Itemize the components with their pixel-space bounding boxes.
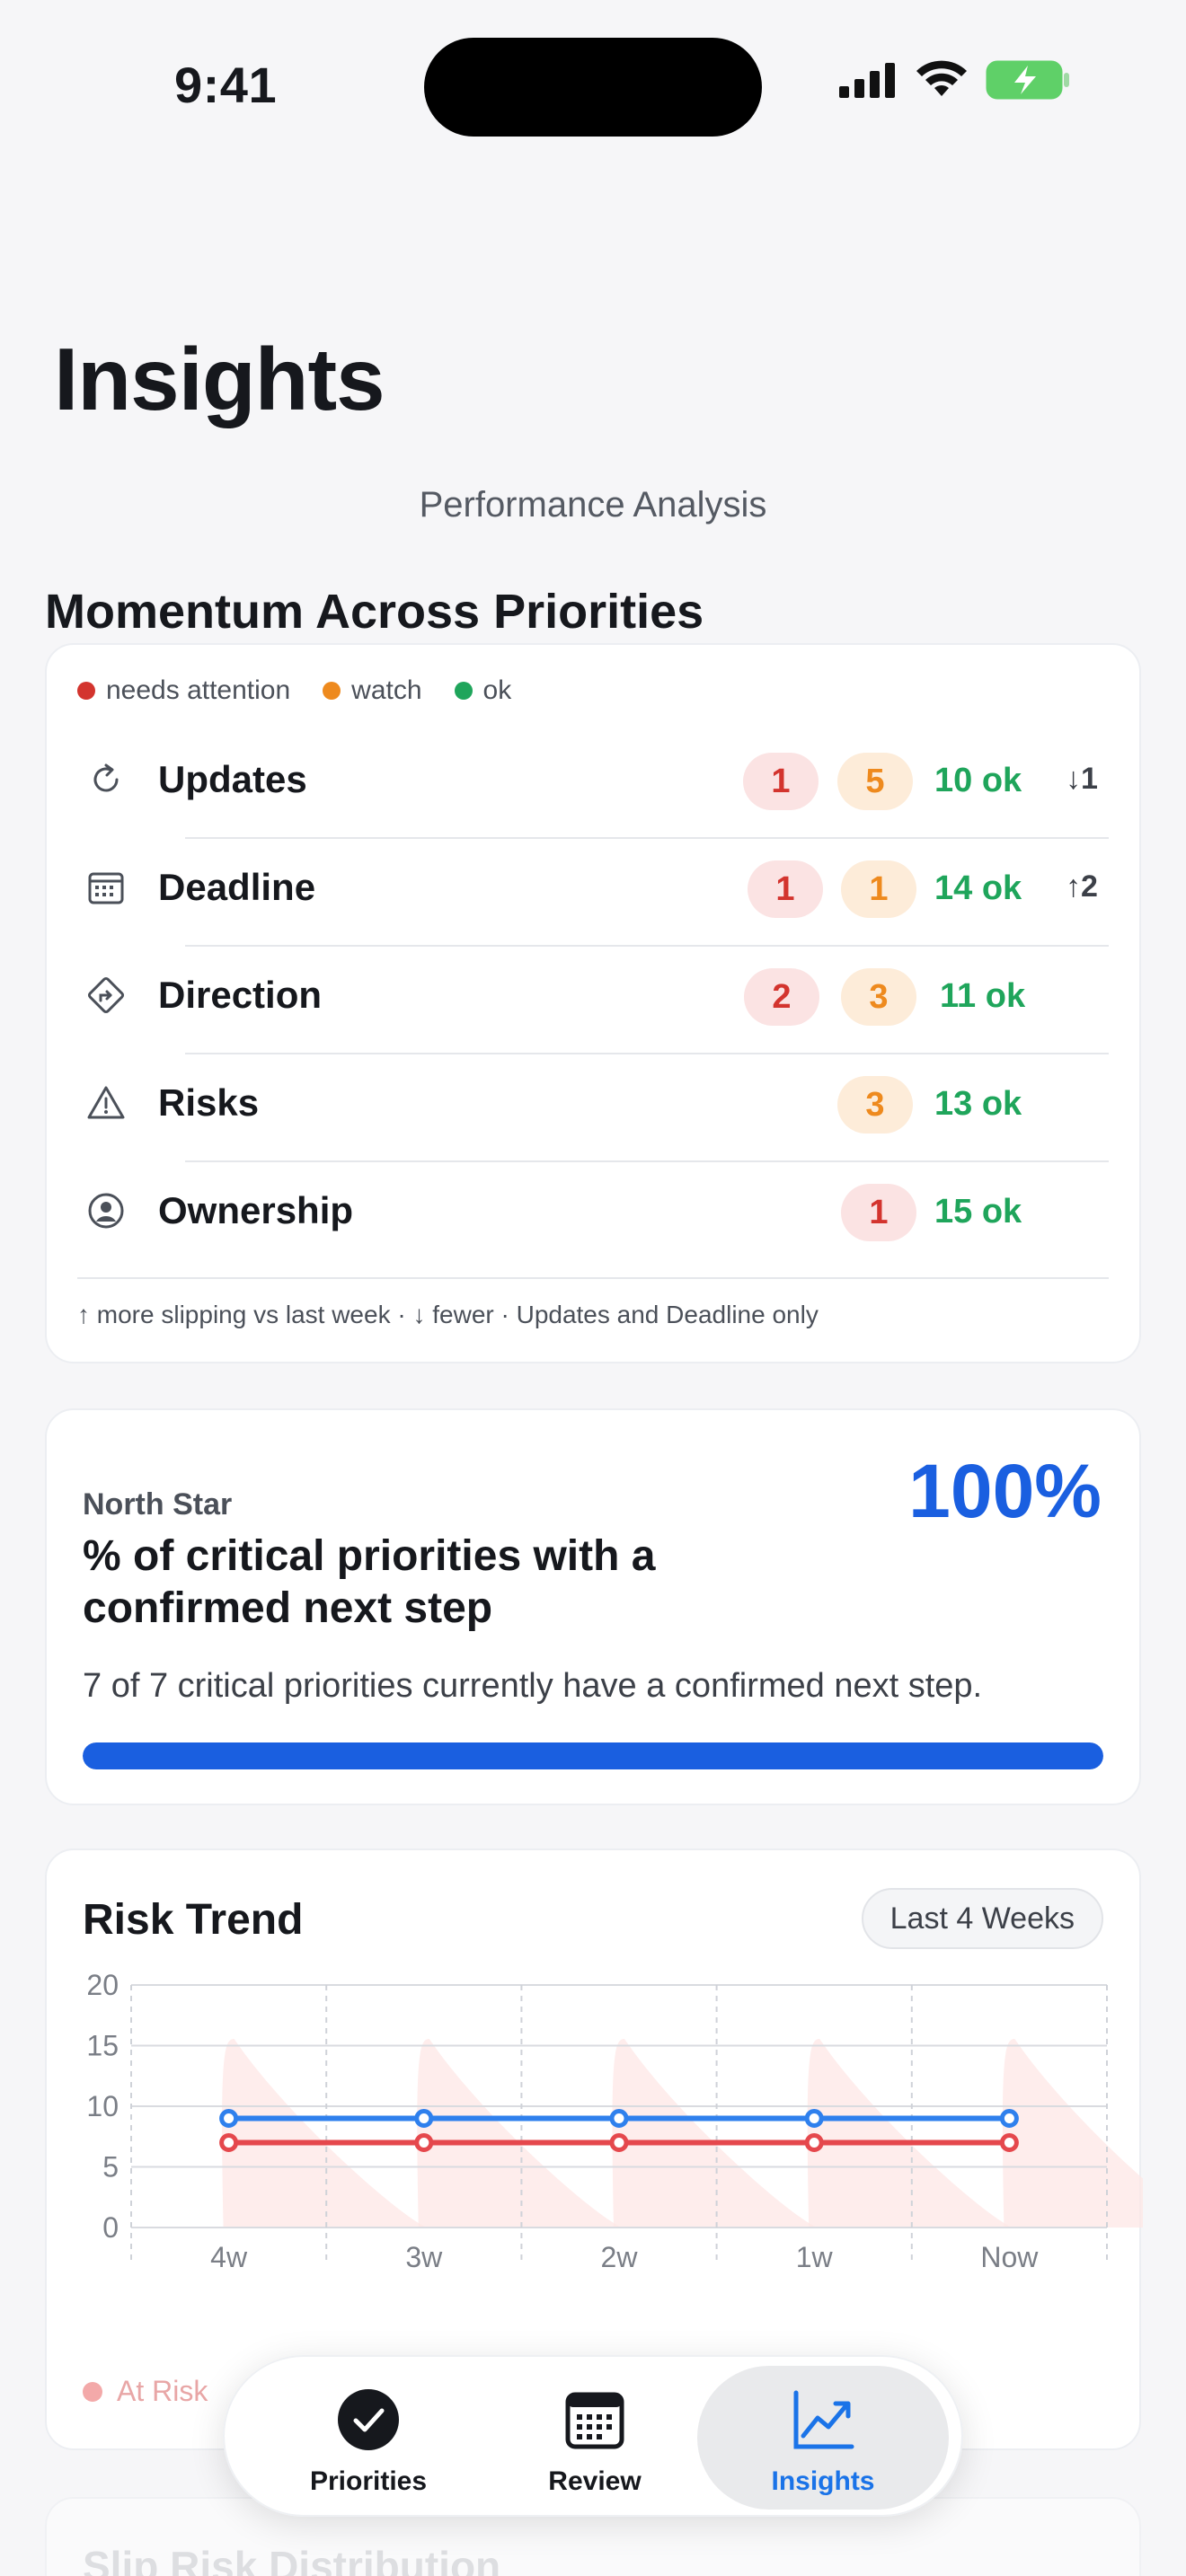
ok-count: 13 ok <box>934 1085 1022 1123</box>
legend-watch: watch <box>323 675 422 706</box>
momentum-card: needs attention watch ok Updates 1 5 10 … <box>45 643 1141 1363</box>
y-tick-label: 10 <box>86 2090 119 2122</box>
momentum-section-title: Momentum Across Priorities <box>45 585 704 639</box>
series-point <box>999 2133 1019 2152</box>
risk-legend: At Risk <box>83 2375 208 2408</box>
ok-count: 15 ok <box>934 1193 1022 1231</box>
risk-legend-label: At Risk <box>117 2375 208 2407</box>
risk-band <box>612 2039 817 2228</box>
north-star-percent: 100% <box>908 1449 1102 1533</box>
north-star-card: North Star % of critical priorities with… <box>45 1408 1141 1805</box>
row-name: Ownership <box>158 1189 354 1231</box>
wifi-icon <box>916 60 967 96</box>
needs-attention-count: 1 <box>743 753 819 810</box>
y-tick-label: 0 <box>102 2211 119 2244</box>
ok-count: 14 ok <box>934 869 1022 907</box>
calendar-icon <box>88 872 124 904</box>
trend-indicator: ↓1 <box>1066 762 1098 796</box>
north-star-description: 7 of 7 critical priorities currently hav… <box>83 1667 983 1705</box>
series-point <box>609 2133 629 2152</box>
y-tick-label: 5 <box>102 2151 119 2183</box>
momentum-row-ownership[interactable]: Ownership 1 15 ok <box>47 1157 1143 1265</box>
tab-label: Priorities <box>309 2466 428 2496</box>
series-point <box>414 2133 434 2152</box>
north-star-progress-bar <box>83 1742 1103 1769</box>
y-tick-label: 15 <box>86 2030 119 2062</box>
series-point <box>219 2109 239 2128</box>
chart-icon <box>793 2390 854 2449</box>
tab-insights[interactable]: Insights <box>697 2366 949 2510</box>
battery-charging-icon <box>986 60 1069 100</box>
check-circle-icon <box>338 2389 399 2450</box>
momentum-row-deadline[interactable]: Deadline 1 1 14 ok ↑2 <box>47 834 1143 941</box>
status-icons <box>837 59 1071 101</box>
risk-trend-title: Risk Trend <box>83 1896 304 1944</box>
page-title: Insights <box>54 330 385 428</box>
refresh-icon <box>93 763 119 792</box>
status-time: 9:41 <box>174 57 278 113</box>
momentum-row-direction[interactable]: Direction 2 3 11 ok <box>47 941 1143 1049</box>
tab-bar: Priorities Review Insights <box>223 2355 963 2517</box>
momentum-legend: needs attention watch ok <box>77 675 511 706</box>
footnote-divider <box>77 1277 1109 1279</box>
watch-count: 5 <box>837 753 913 810</box>
cellular-signal-icon <box>839 63 895 98</box>
series-point <box>804 2133 824 2152</box>
ok-count: 10 ok <box>934 762 1022 799</box>
series-point <box>999 2109 1019 2128</box>
legend-ok: ok <box>454 675 511 706</box>
north-star-title: % of critical priorities with a confirme… <box>83 1532 656 1632</box>
series-point <box>609 2109 629 2128</box>
x-tick-label: 2w <box>601 2241 639 2273</box>
ok-count: 11 ok <box>940 977 1026 1015</box>
person-icon <box>88 1193 124 1229</box>
row-name: Risks <box>158 1081 260 1124</box>
risk-band <box>222 2039 427 2228</box>
needs-attention-count: 1 <box>748 860 823 918</box>
slip-risk-title: Slip Risk Distribution <box>83 2543 501 2576</box>
x-tick-label: 3w <box>405 2241 443 2273</box>
row-name: Direction <box>158 974 323 1016</box>
tab-label: Insights <box>771 2466 875 2496</box>
series-point <box>219 2133 239 2152</box>
watch-count: 3 <box>837 1076 913 1134</box>
tab-review[interactable]: Review <box>469 2366 721 2510</box>
momentum-row-risks[interactable]: Risks 3 13 ok <box>47 1049 1143 1157</box>
needs-attention-count: 1 <box>841 1184 916 1241</box>
direction-icon <box>87 976 125 1014</box>
dynamic-island <box>424 38 762 137</box>
page-subtitle: Performance Analysis <box>419 485 767 525</box>
series-point <box>414 2109 434 2128</box>
north-star-label: North Star <box>83 1487 233 1522</box>
x-tick-label: 1w <box>796 2241 834 2273</box>
needs-attention-count: 2 <box>744 968 819 1026</box>
legend-needs-attention: needs attention <box>77 675 290 706</box>
tab-label: Review <box>548 2466 642 2496</box>
momentum-footnote: ↑ more slipping vs last week · ↓ fewer ·… <box>77 1301 819 1328</box>
x-tick-label: 4w <box>210 2241 248 2273</box>
series-point <box>804 2109 824 2128</box>
range-selector-button[interactable]: Last 4 Weeks <box>861 1888 1103 1949</box>
x-tick-label: Now <box>980 2241 1039 2273</box>
row-name: Deadline <box>158 866 316 908</box>
warning-icon <box>87 1086 125 1119</box>
risk-band <box>1002 2039 1143 2228</box>
momentum-row-updates[interactable]: Updates 1 5 10 ok ↓1 <box>47 726 1143 834</box>
watch-count: 3 <box>841 968 916 1026</box>
trend-indicator: ↑2 <box>1066 869 1098 904</box>
tab-priorities[interactable]: Priorities <box>243 2366 494 2510</box>
risk-trend-chart: 20 15 10 5 0 4w 3w 2w 1w Now <box>86 1969 1143 2273</box>
row-name: Updates <box>158 758 307 800</box>
y-tick-label: 20 <box>86 1969 119 2001</box>
watch-count: 1 <box>841 860 916 918</box>
north-star-progress-fill <box>83 1742 1103 1769</box>
calendar-icon <box>565 2392 624 2449</box>
risk-band <box>807 2039 1013 2228</box>
risk-band <box>417 2039 622 2228</box>
